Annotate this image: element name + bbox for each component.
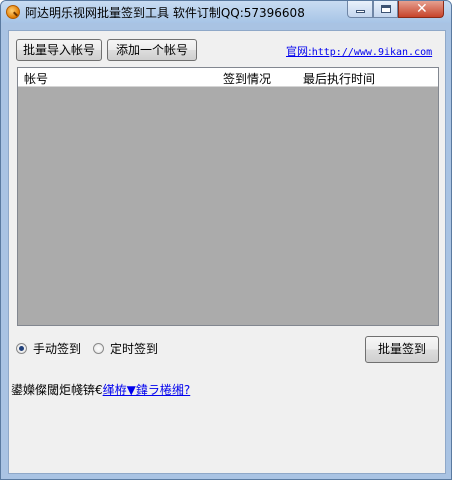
client-area: 批量导入帐号 添加一个帐号 官网:http://www.9ikan.com 帐号… [8, 30, 446, 474]
close-icon: ✕ [416, 1, 428, 17]
timed-signin-radio[interactable]: 定时签到 [93, 340, 158, 357]
maximize-button[interactable] [373, 1, 398, 18]
close-button[interactable]: ✕ [398, 1, 444, 18]
radio-unchecked-icon [93, 343, 104, 354]
title-bar[interactable]: 阿达明乐视网批量签到工具 软件订制QQ:57396608 ✕ [1, 1, 451, 23]
official-site-link[interactable]: 官网:http://www.9ikan.com [286, 43, 432, 59]
friend-links-text: 鍙嬫儏閾炬帴锛€ [11, 383, 103, 397]
app-window: 阿达明乐视网批量签到工具 软件订制QQ:57396608 ✕ 批量导入帐号 添加… [0, 0, 452, 480]
official-site-label: 官网: [286, 45, 312, 58]
friend-link[interactable]: 缂栫▼鍏ラ棬缃? [103, 383, 191, 397]
import-accounts-button[interactable]: 批量导入帐号 [16, 39, 102, 61]
minimize-icon [356, 10, 365, 13]
radio-checked-icon [16, 343, 27, 354]
batch-signin-button[interactable]: 批量签到 [365, 336, 439, 363]
add-account-button[interactable]: 添加一个帐号 [107, 39, 197, 61]
maximize-icon [381, 5, 391, 13]
timed-signin-label: 定时签到 [110, 342, 159, 356]
window-title: 阿达明乐视网批量签到工具 软件订制QQ:57396608 [25, 6, 305, 20]
minimize-button[interactable] [347, 1, 373, 18]
column-header-account[interactable]: 帐号 [24, 70, 48, 87]
app-icon [6, 5, 20, 19]
column-header-status[interactable]: 签到情况 [223, 70, 271, 87]
accounts-table[interactable]: 帐号 签到情况 最后执行时间 [17, 67, 439, 326]
official-site-url: http://www.9ikan.com [311, 47, 433, 58]
table-header: 帐号 签到情况 最后执行时间 [18, 68, 438, 87]
friend-links-line: 鍙嬫儏閾炬帴锛€缂栫▼鍏ラ棬缃? [11, 381, 190, 398]
manual-signin-label: 手动签到 [33, 342, 82, 356]
column-header-last-run[interactable]: 最后执行时间 [303, 70, 375, 87]
manual-signin-radio[interactable]: 手动签到 [16, 340, 81, 357]
